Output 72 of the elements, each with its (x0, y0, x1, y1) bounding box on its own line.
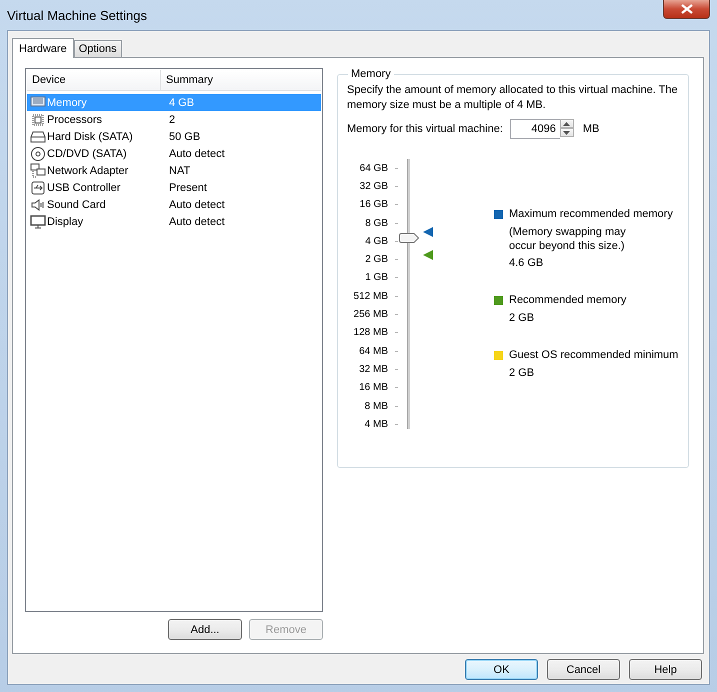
memory-field[interactable]: 4096 (510, 119, 560, 139)
device-row[interactable]: CD/DVD (SATA) Auto detect (27, 145, 321, 162)
device-summary: Auto detect (169, 216, 225, 228)
drive-icon (30, 128, 46, 144)
close-button[interactable] (663, 0, 710, 19)
down-arrow-icon (563, 130, 570, 134)
legend-label: Recommended memory (509, 294, 626, 306)
usb-icon (30, 180, 46, 196)
legend-value: 2 GB (509, 311, 536, 325)
tick-label: 8 GB (365, 218, 388, 229)
device-row[interactable]: Sound Card Auto detect (27, 196, 321, 213)
device-row[interactable]: Display Auto detect (27, 213, 321, 230)
legend-note: (Memory swapping may occur beyond this size.) (509, 225, 627, 253)
tick-label: 512 MB (354, 290, 388, 302)
device-name: Processors (47, 114, 102, 126)
device-name: CD/DVD (SATA) (47, 148, 127, 160)
network-icon (30, 162, 46, 178)
legend-value: 4.6 GB (509, 256, 544, 270)
device-summary: 2 (169, 114, 176, 126)
device-row[interactable]: Hard Disk (SATA) 50 GB (27, 128, 321, 145)
tick-label: 128 MB (354, 327, 388, 338)
device-name: Memory (47, 96, 87, 108)
disc-icon (30, 146, 46, 162)
device-summary: 50 GB (169, 130, 200, 142)
tick-label: 256 MB (354, 309, 388, 320)
field-label: Memory for this virtual machine: (347, 123, 503, 135)
tab[interactable]: Options (74, 40, 122, 57)
tick-label: 2 GB (365, 254, 388, 266)
device-summary: 4 GB (169, 96, 194, 108)
legend-label: Maximum recommended memory (509, 208, 673, 220)
tick-label: 1 GB (365, 272, 388, 284)
column-header[interactable]: Summary (161, 70, 214, 90)
group-title: Memory (348, 68, 394, 80)
column-header[interactable]: Device (27, 70, 161, 90)
description-text: Specify the amount of memory allocated to this virtual machine. The memory size must be a multiple of 4 MB. (347, 83, 679, 113)
tick-label: 8 MB (364, 400, 388, 412)
device-summary: Auto detect (169, 198, 225, 210)
device-name: Sound Card (47, 198, 106, 210)
device-name: Network Adapter (47, 164, 128, 176)
monitor-icon (30, 214, 46, 230)
tick-label: 16 GB (360, 199, 388, 210)
tick-label: 32 GB (360, 180, 388, 192)
tick-label: 4 GB (365, 236, 388, 247)
unit-label: MB (582, 123, 600, 135)
tick-label: 64 GB (360, 162, 388, 174)
legend-value: 2 GB (509, 366, 536, 380)
device-summary: NAT (169, 164, 190, 176)
tab[interactable]: Hardware (12, 38, 74, 58)
spin-down-button[interactable] (560, 128, 574, 137)
device-row[interactable]: Processors 2 (27, 111, 321, 128)
spin-up-button[interactable] (560, 119, 574, 128)
dialog-button[interactable]: Help (629, 659, 702, 680)
device-row[interactable]: Network Adapter NAT (27, 162, 321, 179)
tick-label: 16 MB (359, 382, 388, 394)
dialog-button[interactable]: Cancel (547, 659, 620, 680)
window-title: Virtual Machine Settings (7, 7, 147, 23)
tick-label: 32 MB (359, 364, 388, 375)
slider-thumb[interactable] (399, 233, 419, 244)
device-name: USB Controller (47, 182, 120, 194)
add-button[interactable]: Add... (168, 619, 242, 640)
device-summary: Auto detect (169, 148, 225, 160)
up-arrow-icon (563, 122, 570, 126)
speaker-icon (30, 196, 46, 212)
dialog-button[interactable]: OK (465, 659, 538, 680)
device-summary: Present (169, 182, 207, 194)
device-name: Hard Disk (SATA) (47, 130, 133, 142)
close-icon (680, 4, 692, 14)
legend-label: Guest OS recommended minimum (509, 349, 678, 361)
device-row[interactable]: USB Controller Present (27, 179, 321, 196)
tick-label: 64 MB (359, 346, 388, 357)
device-name: Display (47, 216, 84, 228)
tick-label: 4 MB (364, 418, 388, 430)
